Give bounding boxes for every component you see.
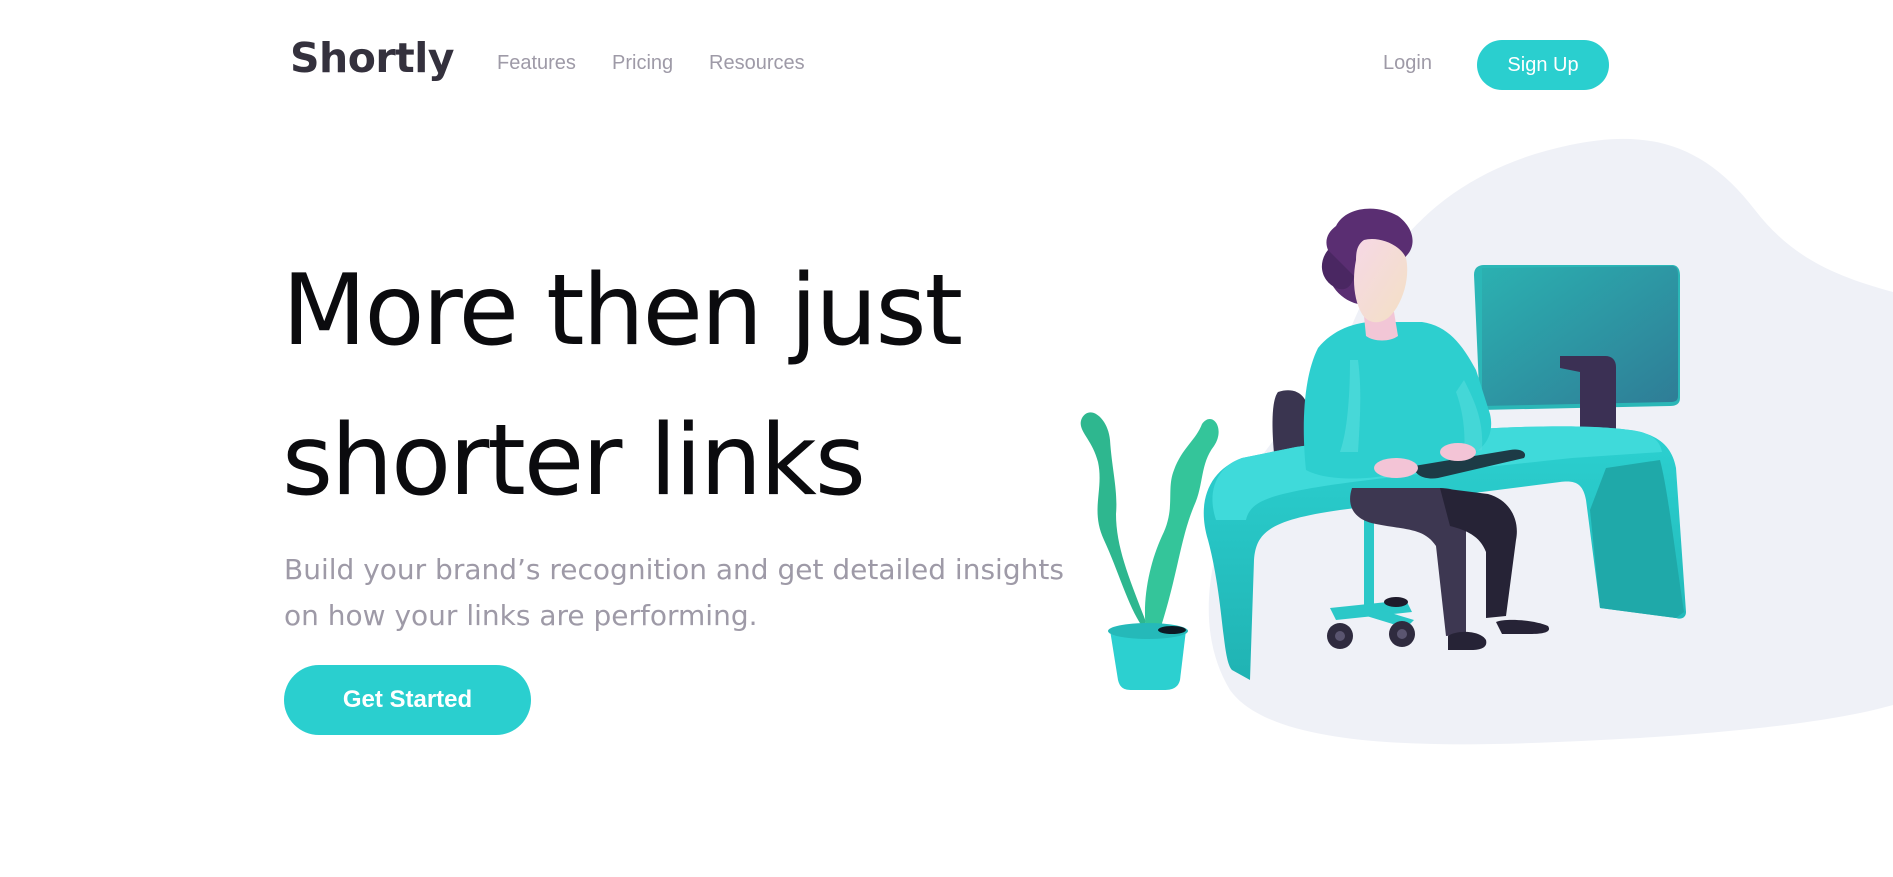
nav-link-resources[interactable]: Resources bbox=[709, 52, 805, 75]
landing-page: Shortly Features Pricing Resources Login… bbox=[0, 0, 1893, 877]
get-started-button[interactable]: Get Started bbox=[284, 665, 531, 735]
nav-link-features[interactable]: Features bbox=[497, 52, 576, 75]
hero-subtitle: Build your brand’s recognition and get d… bbox=[284, 553, 1064, 632]
hero-title: More then just shorter links bbox=[282, 236, 1102, 536]
hero-title-line-2: shorter links bbox=[282, 404, 866, 518]
person-working-illustration bbox=[1070, 130, 1893, 750]
person-hand-left bbox=[1374, 458, 1418, 478]
illustration-svg bbox=[1080, 138, 1893, 745]
login-link[interactable]: Login bbox=[1383, 52, 1432, 75]
hero-title-line-1: More then just bbox=[282, 254, 963, 368]
site-header: Shortly Features Pricing Resources Login… bbox=[0, 0, 1893, 130]
logo[interactable]: Shortly bbox=[290, 34, 454, 82]
sign-up-button[interactable]: Sign Up bbox=[1477, 40, 1609, 90]
person-hand-right bbox=[1440, 443, 1476, 461]
nav-link-pricing[interactable]: Pricing bbox=[612, 52, 673, 75]
plant bbox=[1080, 412, 1219, 690]
